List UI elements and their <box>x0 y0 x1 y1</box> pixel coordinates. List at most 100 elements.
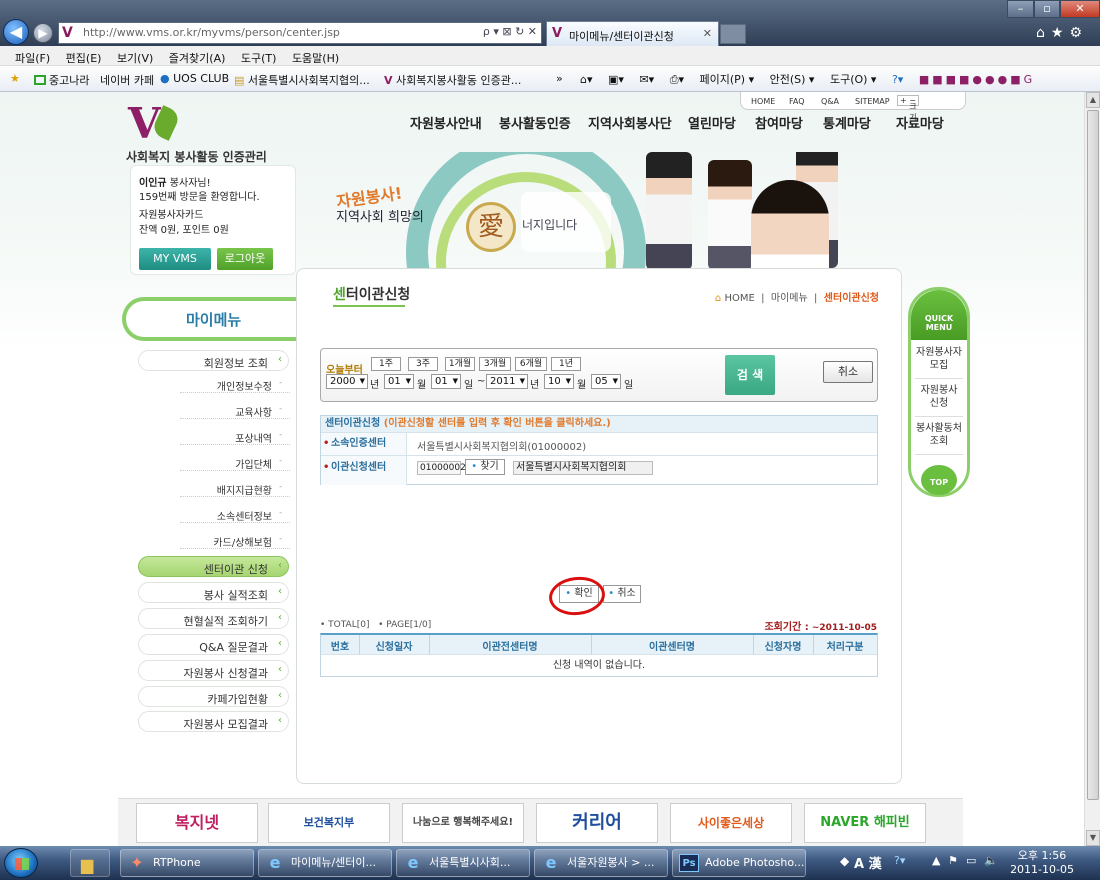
sidebar-sub-education[interactable]: 교육사항 - <box>180 401 290 419</box>
breadcrumb-parent[interactable]: 마이메뉴 <box>771 293 808 304</box>
sidebar-item-cafe[interactable]: 카페가입현황 ‹ <box>138 686 289 707</box>
banner-happybean[interactable]: NAVER 해피빈 <box>804 803 926 843</box>
start-day-select[interactable]: 01 ▼ <box>431 374 461 389</box>
tab-close-icon[interactable]: ✕ <box>703 27 712 40</box>
addon-icons[interactable]: ■■■■●●●■G <box>919 73 1035 86</box>
menu-edit[interactable]: 편집(E) <box>66 50 102 66</box>
scroll-up-arrow-icon[interactable]: ▲ <box>1086 92 1100 108</box>
ime-indicator[interactable]: A 漢 <box>854 853 882 872</box>
back-button[interactable]: ◀ <box>3 19 29 45</box>
sidebar-sub-groups[interactable]: 가입단체 - <box>180 453 290 471</box>
end-day-select[interactable]: 05 ▼ <box>591 374 621 389</box>
tray-expand-icon[interactable]: ▲ <box>932 854 940 867</box>
sidebar-sub-card-insurance[interactable]: 카드/상해보험 - <box>180 531 290 549</box>
sidebar-item-activity-record[interactable]: 봉사 실적조회 ‹ <box>138 582 289 603</box>
site-logo[interactable]: V 사회복지 봉사활동 인증관리 <box>126 102 267 165</box>
gnb-open-forum[interactable]: 열린마당 <box>688 113 736 132</box>
breadcrumb-home[interactable]: HOME <box>724 293 754 304</box>
fav-link-5[interactable]: V 사회복지봉사활동 인증관... <box>384 72 521 88</box>
font-size-control[interactable]: + 크기 − <box>897 95 919 122</box>
sidebar-item-blood-donation[interactable]: 현혈실적 조회하기 ‹ <box>138 608 289 629</box>
search-cancel-button[interactable]: 취소 <box>823 361 873 383</box>
help-icon[interactable]: ?▾ <box>892 73 903 86</box>
sidebar-sub-badges[interactable]: 배지지급현황 - <box>180 479 290 497</box>
window-minimize-button[interactable]: – <box>1007 0 1034 18</box>
taskbar-item-ie-2[interactable]: e 서울특별시사회... <box>396 849 530 877</box>
end-month-select[interactable]: 10 ▼ <box>544 374 574 389</box>
taskbar-item-rtphone[interactable]: ✦ RTPhone <box>120 849 254 877</box>
banner-bokjinet[interactable]: 복지넷 <box>136 803 258 843</box>
fav-link-2[interactable]: 네이버 카페 <box>100 72 154 88</box>
banner-sharing[interactable]: 나눔으로 행복해주세요! <box>402 803 524 843</box>
menu-tools[interactable]: 도구(T) <box>241 50 277 66</box>
cmd-safety[interactable]: 안전(S) ▾ <box>770 73 815 86</box>
quick-item-recruit[interactable]: 자원봉사자 모집 <box>915 346 963 379</box>
address-bar[interactable]: V http://www.vms.or.kr/myvms/person/cent… <box>58 22 542 44</box>
window-close-button[interactable]: ✕ <box>1060 0 1100 18</box>
new-tab-button[interactable] <box>720 24 746 44</box>
menu-view[interactable]: 보기(V) <box>117 50 153 66</box>
target-center-code-input[interactable]: 01000002 <box>417 461 466 475</box>
gnb-statistics[interactable]: 통계마당 <box>823 113 871 132</box>
period-3month-button[interactable]: 3개월 <box>479 357 511 371</box>
window-maximize-button[interactable]: ▫ <box>1034 0 1060 18</box>
gnb-certification[interactable]: 봉사활동인증 <box>499 113 571 132</box>
display-icon[interactable]: ▭ <box>966 854 976 867</box>
ime-help-icon[interactable]: ?▾ <box>894 854 905 867</box>
target-center-name-input[interactable]: 서울특별시사회복지협의회 <box>513 461 653 475</box>
taskbar-item-ie-3[interactable]: e 서울자원봉사 > ... <box>534 849 668 877</box>
sidebar-item-member-info[interactable]: 회원정보 조회 ‹ <box>138 350 289 371</box>
sidebar-sub-edit-profile[interactable]: 개인정보수정 - <box>180 375 290 393</box>
sidebar-item-center-transfer[interactable]: 센터이관 신청 ‹ <box>138 556 289 577</box>
gnb-participation[interactable]: 참여마당 <box>755 113 803 132</box>
my-vms-button[interactable]: MY VMS <box>139 248 211 270</box>
form-cancel-button[interactable]: • 취소 <box>603 585 641 603</box>
home-icon[interactable]: ⌂▾ <box>580 73 593 86</box>
end-year-select[interactable]: 2011 ▼ <box>486 374 528 389</box>
util-home-link[interactable]: HOME <box>751 97 775 106</box>
quick-item-apply[interactable]: 자원봉사 신청 <box>915 384 963 417</box>
cmd-tools[interactable]: 도구(O) ▾ <box>830 73 877 86</box>
address-url[interactable]: http://www.vms.or.kr/myvms/person/center… <box>83 26 340 39</box>
taskbar-item-photoshop[interactable]: Ps Adobe Photosho... <box>672 849 806 877</box>
fav-link-3[interactable]: ● UOS CLUB <box>160 72 229 85</box>
fav-link-4[interactable]: ▤ 서울특별시사회복지협의... <box>234 72 370 88</box>
gnb-community-team[interactable]: 지역사회봉사단 <box>588 113 672 132</box>
quick-item-search-place[interactable]: 봉사활동처 조회 <box>915 422 963 455</box>
volunteer-card-link[interactable]: 자원봉사자카드 <box>139 206 203 221</box>
volume-icon[interactable]: 🔈 <box>984 854 998 867</box>
menu-file[interactable]: 파일(F) <box>15 50 50 66</box>
util-faq-link[interactable]: FAQ <box>789 97 805 106</box>
taskbar-pinned-explorer[interactable]: ▆ <box>70 849 110 877</box>
rss-icon[interactable]: ▣▾ <box>608 73 624 86</box>
address-controls[interactable]: ρ ▾ ⊠ ↻ ✕ <box>483 25 537 38</box>
menu-favorites[interactable]: 즐겨찾기(A) <box>169 50 226 66</box>
find-center-button[interactable]: • 찾기 <box>465 459 505 475</box>
scroll-thumb[interactable] <box>1087 110 1099 800</box>
banner-ministry[interactable]: 보건복지부 <box>268 803 390 843</box>
taskbar-item-ie-1[interactable]: e 마이메뉴/센터이... <box>258 849 392 877</box>
util-sitemap-link[interactable]: SITEMAP <box>855 97 890 106</box>
ie-home-favorites-tools-icons[interactable]: ⌂★⚙ <box>1036 25 1088 41</box>
system-clock[interactable]: 오후 1:56 2011-10-05 <box>1010 849 1074 877</box>
favorites-more-chevron[interactable]: » <box>556 72 563 85</box>
cmd-page[interactable]: 페이지(P) ▾ <box>700 73 755 86</box>
search-button[interactable]: 검 색 <box>725 355 775 395</box>
print-icon[interactable]: ⎙▾ <box>670 73 684 86</box>
quick-top-button[interactable]: TOP <box>921 465 957 495</box>
gnb-volunteer-guide[interactable]: 자원봉사안내 <box>410 113 482 132</box>
browser-tab-active[interactable]: V 마이메뉴/센터이관신청 ✕ <box>546 21 719 46</box>
util-qna-link[interactable]: Q&A <box>821 97 839 106</box>
page-scrollbar[interactable]: ▲ ▼ <box>1084 92 1100 846</box>
start-year-select[interactable]: 2000 ▼ <box>326 374 368 389</box>
sidebar-item-qna-results[interactable]: Q&A 질문결과 ‹ <box>138 634 289 655</box>
period-3week-button[interactable]: 3주 <box>408 357 438 371</box>
sidebar-sub-center-info[interactable]: 소속센터정보 - <box>180 505 290 523</box>
sidebar-item-recruit-results[interactable]: 자원봉사 모집결과 ‹ <box>138 711 289 732</box>
scroll-down-arrow-icon[interactable]: ▼ <box>1086 830 1100 846</box>
mail-icon[interactable]: ✉▾ <box>639 73 654 86</box>
period-6month-button[interactable]: 6개월 <box>515 357 547 371</box>
period-1month-button[interactable]: 1개월 <box>445 357 475 371</box>
gnb-resources[interactable]: 자료마당 <box>896 113 944 132</box>
sidebar-item-apply-results[interactable]: 자원봉사 신청결과 ‹ <box>138 660 289 681</box>
